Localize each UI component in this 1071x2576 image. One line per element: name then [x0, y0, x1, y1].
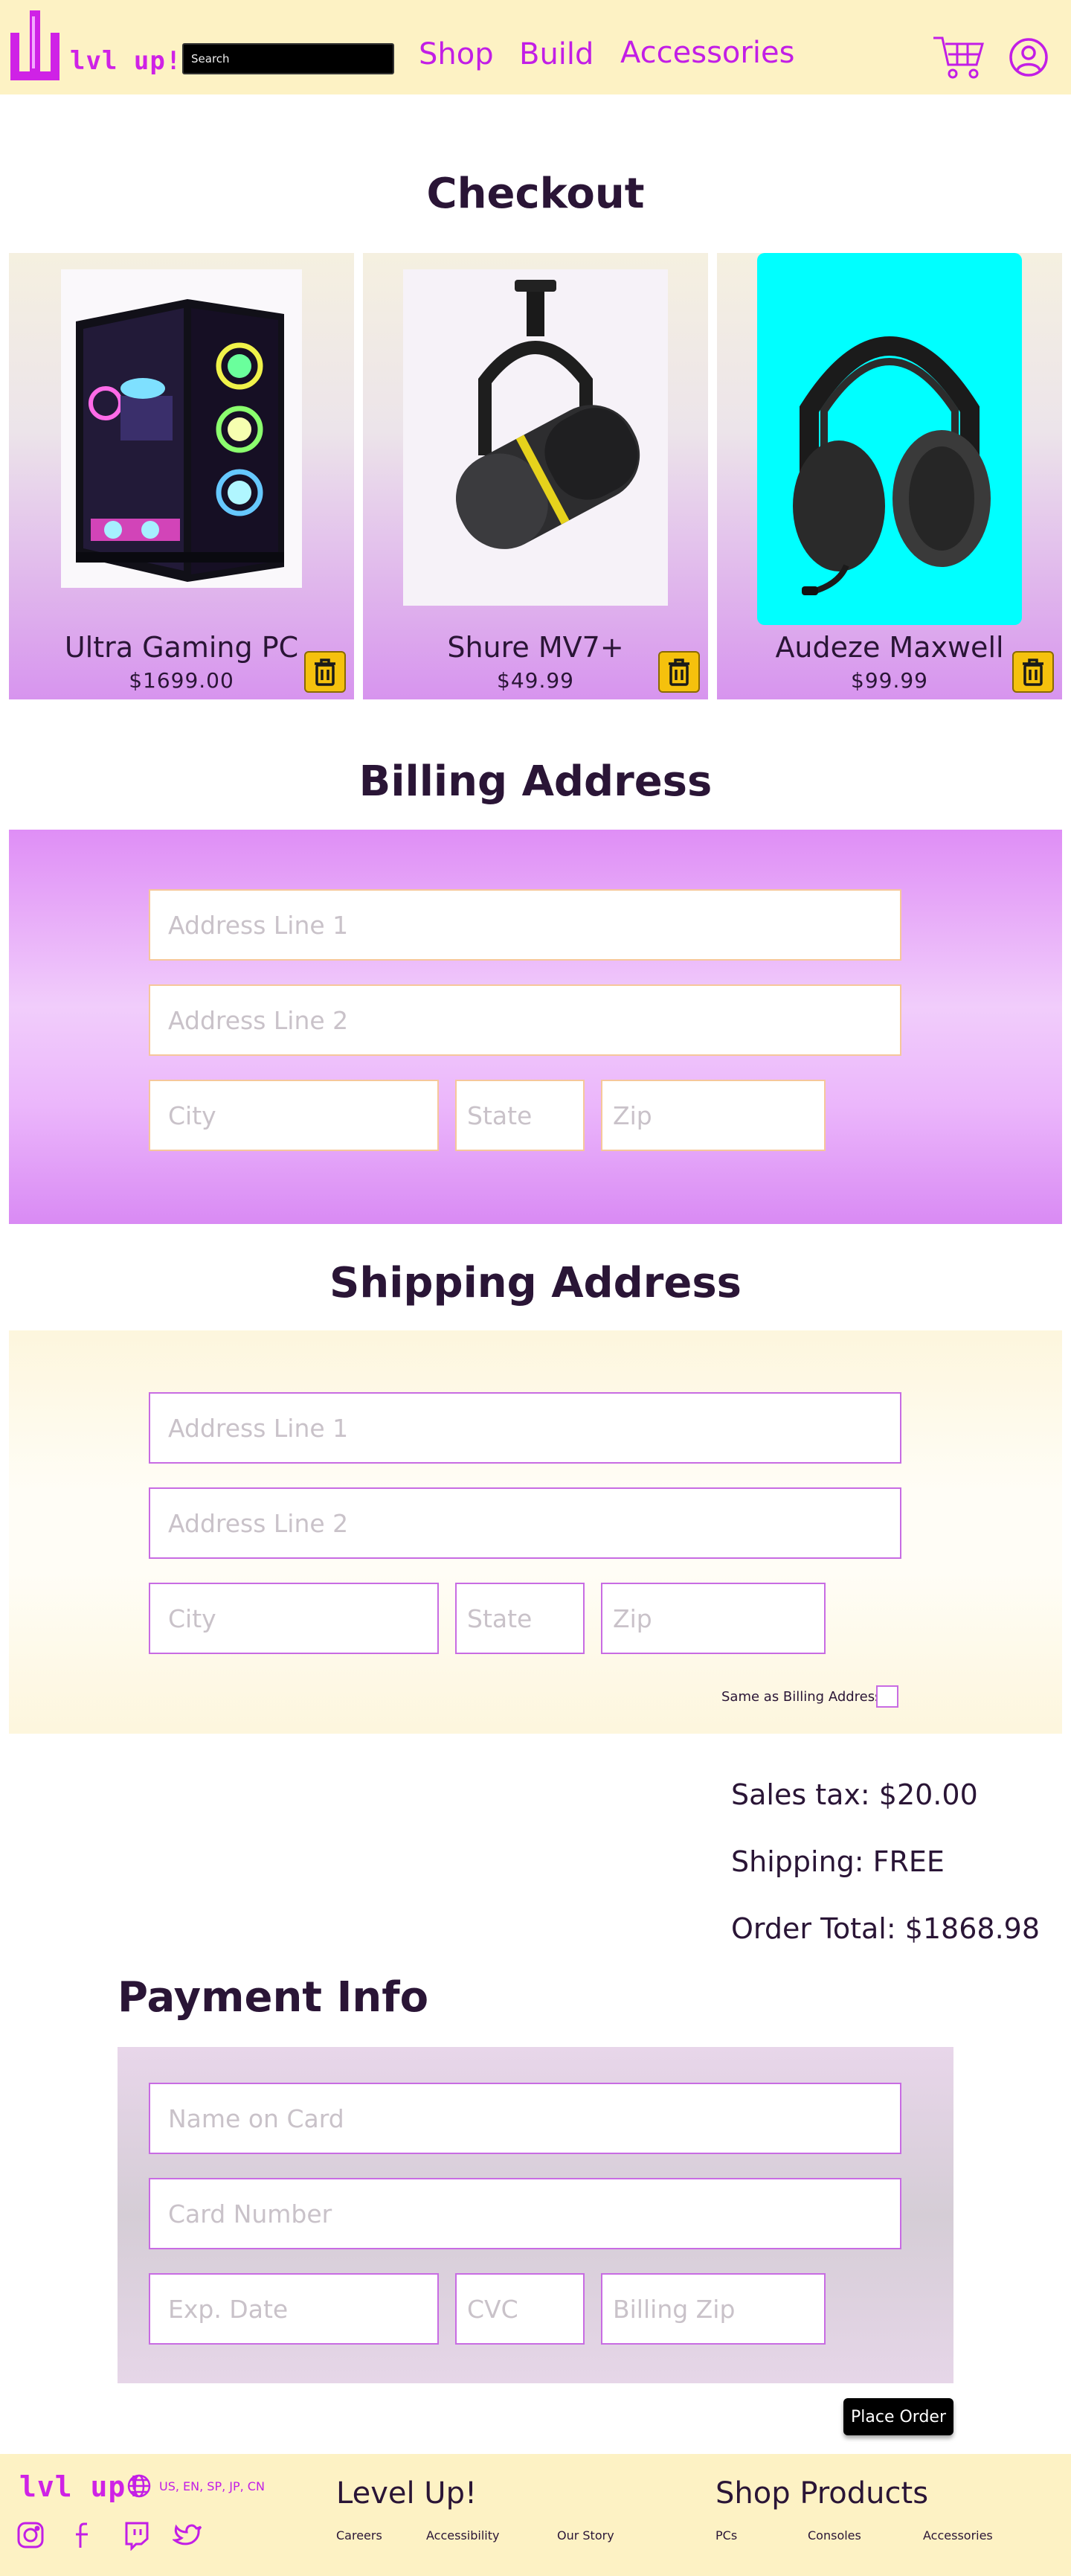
nav-shop[interactable]: Shop [419, 37, 494, 71]
product-card: Shure MV7+ $49.99 [363, 253, 708, 699]
language-list[interactable]: US, EN, SP, JP, CN [159, 2479, 265, 2493]
product-card: Ultra Gaming PC $1699.00 [9, 253, 354, 699]
payment-form [118, 2047, 953, 2383]
footer-products-heading: Shop Products [715, 2476, 929, 2511]
trash-icon [669, 659, 689, 686]
footer-link-our-story[interactable]: Our Story [557, 2528, 614, 2543]
footer-link-accessories[interactable]: Accessories [923, 2528, 993, 2543]
payment-title: Payment Info [118, 1973, 429, 2022]
shipping-state-input[interactable] [455, 1583, 585, 1654]
shipping-zip-input[interactable] [601, 1583, 826, 1654]
gaming-pc-image [61, 269, 302, 588]
billing-form [9, 830, 1062, 1224]
sales-tax: Sales tax: $20.00 [731, 1778, 978, 1811]
site-footer: lvl up! US, EN, SP, JP, CN Level Up! Car… [0, 2454, 1071, 2576]
instagram-icon[interactable] [15, 2519, 46, 2551]
place-order-button[interactable]: Place Order [843, 2398, 953, 2435]
footer-link-pcs[interactable]: PCs [715, 2528, 737, 2543]
checkout-title: Checkout [426, 170, 645, 218]
remove-item-button[interactable] [1012, 651, 1054, 693]
trash-icon [1023, 659, 1043, 686]
microphone-image [403, 269, 668, 606]
order-total: Order Total: $1868.98 [731, 1912, 1041, 1945]
logo-mark-icon [10, 10, 60, 80]
product-name: Audeze Maxwell [775, 631, 1004, 664]
remove-item-button[interactable] [658, 651, 700, 693]
search-input[interactable] [182, 43, 394, 74]
billing-title: Billing Address [358, 757, 713, 806]
card-number-input[interactable] [149, 2178, 901, 2249]
nav-build[interactable]: Build [519, 37, 594, 71]
shipping-address1-input[interactable] [149, 1392, 901, 1464]
card-cvc-input[interactable] [455, 2273, 585, 2345]
footer-logo[interactable]: lvl up! [19, 2470, 144, 2503]
headphones-image [757, 253, 1022, 625]
product-card: Audeze Maxwell $99.99 [717, 253, 1062, 699]
cart-icon[interactable] [932, 33, 985, 80]
product-name: Shure MV7+ [447, 631, 624, 664]
facebook-icon[interactable] [68, 2519, 100, 2551]
billing-address1-input[interactable] [149, 889, 901, 961]
footer-link-consoles[interactable]: Consoles [808, 2528, 861, 2543]
shipping-address2-input[interactable] [149, 1487, 901, 1559]
card-name-input[interactable] [149, 2083, 901, 2154]
twitch-icon[interactable] [120, 2519, 152, 2551]
billing-address2-input[interactable] [149, 984, 901, 1056]
logo-text: lvl up! [70, 46, 182, 76]
twitter-icon[interactable] [173, 2519, 204, 2551]
billing-zip-input[interactable] [601, 1080, 826, 1151]
footer-link-accessibility[interactable]: Accessibility [426, 2528, 499, 2543]
trash-icon [315, 659, 335, 686]
nav-accessories[interactable]: Accessories [620, 36, 794, 70]
globe-icon[interactable] [126, 2473, 152, 2499]
user-icon[interactable] [1009, 37, 1049, 77]
product-name: Ultra Gaming PC [64, 631, 299, 664]
same-as-billing-label: Same as Billing Address [721, 1689, 882, 1705]
shipping-cost: Shipping: FREE [731, 1845, 945, 1878]
shipping-title: Shipping Address [329, 1259, 742, 1307]
card-exp-input[interactable] [149, 2273, 439, 2345]
shipping-form [9, 1330, 1062, 1734]
remove-item-button[interactable] [304, 651, 346, 693]
billing-zip-payment-input[interactable] [601, 2273, 826, 2345]
product-price: $99.99 [851, 668, 928, 693]
billing-state-input[interactable] [455, 1080, 585, 1151]
product-price: $49.99 [497, 668, 574, 693]
footer-company-heading: Level Up! [336, 2476, 477, 2511]
logo[interactable]: lvl up! [10, 10, 181, 80]
product-price: $1699.00 [129, 668, 234, 693]
same-as-billing-checkbox[interactable] [876, 1685, 898, 1708]
billing-city-input[interactable] [149, 1080, 439, 1151]
shipping-city-input[interactable] [149, 1583, 439, 1654]
footer-link-careers[interactable]: Careers [336, 2528, 382, 2543]
site-header: lvl up! Shop Build Accessories [0, 0, 1071, 94]
